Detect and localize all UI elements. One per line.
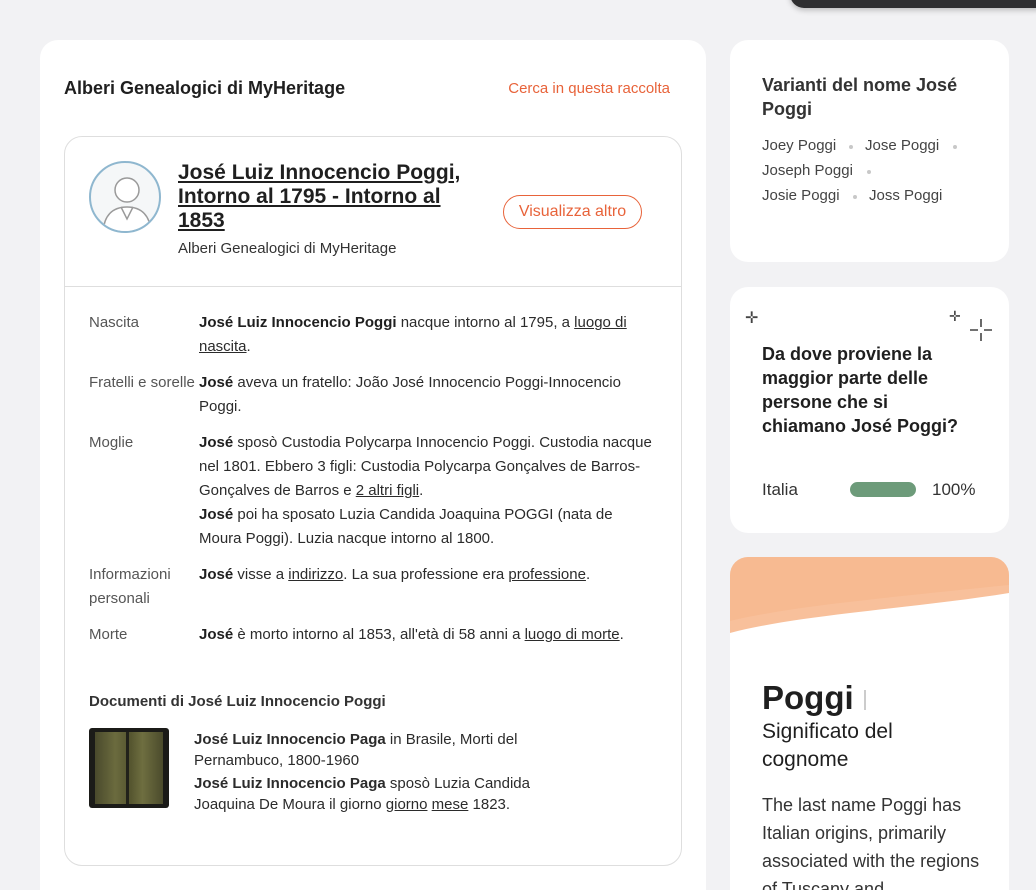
fact-label: Fratelli e sorelle (89, 374, 195, 391)
fact-personal-info: Informazioni personali José visse a indi… (89, 563, 659, 611)
fact-tail: . (619, 626, 624, 643)
fact-body: aveva un fratello: João José Innocencio … (199, 374, 621, 415)
document-thumbnail[interactable] (89, 728, 169, 808)
fact-subject: José (199, 626, 234, 643)
decorative-wave (730, 557, 1009, 633)
profession-link[interactable]: professione (508, 566, 586, 583)
fact-body: nacque intorno al 1795, a (396, 314, 575, 331)
document-line[interactable]: José Luiz Innocencio Paga in Brasile, Mo… (194, 729, 564, 771)
fact-death: Morte José è morto intorno al 1853, all'… (89, 623, 659, 647)
document-desc: 1823. (468, 796, 511, 813)
fact-text: José visse a indirizzo. La sua professio… (199, 563, 659, 611)
address-link[interactable]: indirizzo (288, 566, 343, 583)
collection-title: Alberi Genealogici di MyHeritage (64, 78, 346, 98)
fact-subject: José Luiz Innocencio Poggi (199, 314, 397, 331)
avatar[interactable] (89, 161, 161, 233)
fact-birth: Nascita José Luiz Innocencio Poggi nacqu… (89, 311, 659, 359)
search-collection-link[interactable]: Cerca in questa raccolta (508, 80, 670, 97)
fact-label: Moglie (89, 434, 134, 451)
variant-link[interactable]: Joss Poggi (869, 187, 942, 204)
variant-link[interactable]: Josie Poggi (762, 187, 840, 204)
sparkle-icon: ✛ (949, 308, 961, 324)
person-name-link[interactable]: José Luiz Innocencio Poggi, Intorno al 1… (178, 161, 488, 233)
name-variants-card: Varianti del nome José Poggi Joey Poggi … (730, 40, 1009, 262)
deathplace-link[interactable]: luogo di morte (525, 626, 620, 643)
overlay-window-edge (790, 0, 1036, 8)
separator-dot (849, 145, 853, 149)
name-origin-card: ✛ ✛ Da dove proviene la maggior parte de… (730, 287, 1009, 533)
fact-text: José sposò Custodia Polycarpa Innocencio… (199, 431, 659, 551)
sparkle-icon (970, 319, 992, 341)
facts-list: Nascita José Luiz Innocencio Poggi nacqu… (89, 311, 659, 659)
day-link[interactable]: giorno (386, 796, 428, 813)
document-details: José Luiz Innocencio Paga in Brasile, Mo… (194, 729, 564, 815)
separator-dot (853, 195, 857, 199)
separator-dot (953, 145, 957, 149)
divider (65, 286, 681, 287)
variant-link[interactable]: Joey Poggi (762, 137, 836, 154)
fact-tail: . (419, 482, 424, 499)
documents-title: Documenti di José Luiz Innocencio Poggi (89, 693, 386, 710)
fact-tail: . (246, 338, 251, 355)
records-panel: Alberi Genealogici di MyHeritage Cerca i… (40, 40, 706, 890)
document-line[interactable]: José Luiz Innocencio Paga sposò Luzia Ca… (194, 773, 564, 815)
fact-text: José Luiz Innocencio Poggi nacque intorn… (199, 311, 659, 359)
fact-label: Morte (89, 626, 128, 643)
origin-percent: 100% (932, 480, 976, 499)
record-card: José Luiz Innocencio Poggi, Intorno al 1… (64, 136, 682, 866)
surname-meaning-card[interactable]: Poggi Significato del cognome The last n… (730, 557, 1009, 890)
meaning-subtitle: Significato del cognome (762, 720, 893, 771)
month-link[interactable]: mese (432, 796, 469, 813)
text-cursor (864, 690, 866, 710)
fact-text: José è morto intorno al 1853, all'età di… (199, 623, 659, 647)
fact-body: . La sua professione era (343, 566, 509, 583)
fact-subject: José (199, 566, 234, 583)
origin-percent-bar (850, 482, 916, 497)
document-fold (126, 732, 129, 804)
fact-subject: José (199, 374, 234, 391)
fact-body: sposò Custodia Polycarpa Innocencio Pogg… (199, 434, 652, 499)
document-subject: José Luiz Innocencio Paga (194, 731, 386, 748)
fact-subject: José (199, 506, 234, 523)
fact-tail: . (585, 566, 591, 583)
fact-body: è morto intorno al 1853, all'età di 58 a… (233, 626, 525, 643)
fact-label: Nascita (89, 314, 140, 331)
person-source: Alberi Genealogici di MyHeritage (178, 240, 397, 257)
document-subject: José Luiz Innocencio Paga (194, 775, 386, 792)
fact-text: José aveva un fratello: João José Innoce… (199, 371, 659, 419)
variant-link[interactable]: Joseph Poggi (762, 162, 853, 179)
fact-subject: José (199, 434, 234, 451)
fact-spouse: Moglie José sposò Custodia Polycarpa Inn… (89, 431, 659, 551)
surname-title: Poggi (762, 679, 854, 716)
meaning-body: The last name Poggi has Italian origins,… (762, 795, 980, 890)
fact-label: Informazioni personali (89, 566, 171, 607)
fact-siblings: Fratelli e sorelle José aveva un fratell… (89, 371, 659, 419)
person-silhouette-icon (102, 177, 152, 231)
origin-question: Da dove proviene la maggior parte delle … (762, 344, 959, 436)
fact-body: visse a (233, 566, 289, 583)
fact-body: poi ha sposato Luzia Candida Joaquina PO… (199, 506, 613, 547)
variants-title: Varianti del nome José Poggi (762, 75, 958, 119)
origin-country: Italia (762, 480, 798, 499)
document-page-image (95, 732, 163, 804)
separator-dot (867, 170, 871, 174)
view-more-button[interactable]: Visualizza altro (503, 195, 642, 229)
variant-link[interactable]: Jose Poggi (865, 137, 939, 154)
other-children-link[interactable]: 2 altri figli (356, 482, 419, 499)
sparkle-icon: ✛ (745, 310, 759, 327)
